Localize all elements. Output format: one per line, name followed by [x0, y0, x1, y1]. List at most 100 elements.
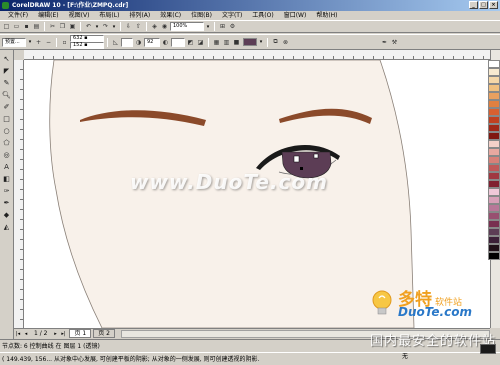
- fill-color-indicator[interactable]: [480, 344, 496, 354]
- rectangle-tool-icon[interactable]: □: [2, 114, 12, 124]
- palette-swatch[interactable]: [488, 148, 500, 156]
- stretch-icon[interactable]: ▥: [222, 38, 231, 47]
- palette-swatch[interactable]: [488, 252, 500, 260]
- shadow-y-field[interactable]: 152 ▪: [70, 42, 104, 49]
- export-icon[interactable]: ⇧: [134, 22, 143, 31]
- undo-icon[interactable]: ↶: [84, 22, 93, 31]
- zoom-level-field[interactable]: 100%: [170, 22, 204, 31]
- shadow-position-icon[interactable]: ▫: [60, 38, 69, 47]
- palette-swatch[interactable]: [488, 212, 500, 220]
- zoom-dropdown-icon[interactable]: ▾: [205, 22, 211, 31]
- palette-swatch[interactable]: [488, 244, 500, 252]
- import-icon[interactable]: ⇩: [124, 22, 133, 31]
- save-icon[interactable]: ▪: [22, 22, 31, 31]
- shadow-color-swatch[interactable]: [243, 38, 257, 46]
- ellipse-tool-icon[interactable]: ○: [2, 126, 12, 136]
- new-icon[interactable]: □: [2, 22, 11, 31]
- knife-tool-icon[interactable]: ✎: [2, 78, 12, 88]
- add-preset-icon[interactable]: +: [34, 38, 43, 47]
- feather-field[interactable]: [171, 37, 185, 47]
- interactive-tool-icon[interactable]: ◧: [2, 174, 12, 184]
- palette-swatch[interactable]: [488, 68, 500, 76]
- copy-shadow-icon[interactable]: ⧉: [271, 38, 280, 47]
- shadow-opacity-field[interactable]: 92: [144, 37, 160, 47]
- spiral-tool-icon[interactable]: ◎: [2, 150, 12, 160]
- eyedropper-icon[interactable]: ✒: [380, 38, 389, 47]
- palette-swatch[interactable]: [488, 180, 500, 188]
- menu-bitmaps[interactable]: 位图(B): [186, 11, 217, 20]
- maximize-button[interactable]: □: [479, 1, 488, 9]
- redo-icon[interactable]: ↷: [101, 22, 110, 31]
- interactive-fill-tool-icon[interactable]: ◭: [2, 222, 12, 232]
- shadow-angle-field[interactable]: [121, 37, 133, 47]
- undo-dropdown-icon[interactable]: ▾: [94, 22, 100, 31]
- shadow-color-icon[interactable]: ■: [232, 38, 241, 47]
- vertical-ruler[interactable]: [14, 60, 24, 328]
- palette-swatch[interactable]: [488, 116, 500, 124]
- palette-swatch[interactable]: [488, 140, 500, 148]
- palette-swatch[interactable]: [488, 92, 500, 100]
- eye-highlight[interactable]: [293, 155, 300, 163]
- text-tool-icon[interactable]: A: [2, 162, 12, 172]
- redo-dropdown-icon[interactable]: ▾: [111, 22, 117, 31]
- palette-swatch[interactable]: [488, 188, 500, 196]
- palette-swatch[interactable]: [488, 156, 500, 164]
- palette-swatch[interactable]: [488, 124, 500, 132]
- settings-icon[interactable]: ⚒: [390, 38, 399, 47]
- eye-highlight-small[interactable]: [313, 153, 319, 159]
- copy-icon[interactable]: ❐: [58, 22, 67, 31]
- menu-arrange[interactable]: 排列(A): [124, 11, 155, 20]
- shadow-opacity-icon[interactable]: ◑: [134, 38, 143, 47]
- palette-swatch[interactable]: [488, 172, 500, 180]
- pick-tool-icon[interactable]: ↖: [2, 54, 12, 64]
- face-shape[interactable]: [49, 60, 415, 328]
- last-page-icon[interactable]: ▸|: [59, 330, 67, 338]
- menu-file[interactable]: 文件(F): [3, 11, 33, 20]
- menu-layout[interactable]: 布局(L): [94, 11, 124, 20]
- clear-shadow-icon[interactable]: ⊗: [281, 38, 290, 47]
- palette-swatch[interactable]: [488, 164, 500, 172]
- palette-swatch[interactable]: [488, 196, 500, 204]
- palette-swatch[interactable]: [488, 132, 500, 140]
- palette-swatch[interactable]: [488, 108, 500, 116]
- preset-field[interactable]: 预置...: [2, 37, 26, 47]
- eyedropper-tool-icon[interactable]: ✑: [2, 186, 12, 196]
- menu-effects[interactable]: 效果(C): [155, 11, 186, 20]
- snap-icon[interactable]: ⊞: [218, 22, 227, 31]
- prev-page-icon[interactable]: ◂: [22, 330, 30, 338]
- palette-swatch[interactable]: [488, 236, 500, 244]
- horizontal-ruler[interactable]: [24, 50, 490, 60]
- minimize-button[interactable]: _: [469, 1, 478, 9]
- outline-tool-icon[interactable]: ✒: [2, 198, 12, 208]
- open-icon[interactable]: ▭: [12, 22, 21, 31]
- menu-edit[interactable]: 编辑(E): [33, 11, 63, 20]
- feather-edges-icon[interactable]: ◪: [196, 38, 205, 47]
- options-icon[interactable]: ⚙: [228, 22, 237, 31]
- shadow-angle-icon[interactable]: ◺: [111, 38, 120, 47]
- palette-swatch[interactable]: [488, 100, 500, 108]
- polygon-tool-icon[interactable]: ⬠: [2, 138, 12, 148]
- menu-view[interactable]: 视图(V): [64, 11, 95, 20]
- palette-swatch[interactable]: [488, 60, 500, 68]
- palette-swatch[interactable]: [488, 228, 500, 236]
- shadow-x-field[interactable]: 632 ▪: [70, 35, 104, 42]
- first-page-icon[interactable]: |◂: [14, 330, 22, 338]
- menu-text[interactable]: 文字(T): [217, 11, 247, 20]
- corel-online-icon[interactable]: ◉: [160, 22, 169, 31]
- shape-tool-icon[interactable]: ◤: [2, 66, 12, 76]
- feather-icon[interactable]: ◐: [161, 38, 170, 47]
- fade-icon[interactable]: ▦: [212, 38, 221, 47]
- print-icon[interactable]: ▤: [32, 22, 41, 31]
- feather-direction-icon[interactable]: ◩: [186, 38, 195, 47]
- cut-icon[interactable]: ✂: [48, 22, 57, 31]
- menu-window[interactable]: 窗口(W): [279, 11, 312, 20]
- freehand-tool-icon[interactable]: ✐: [2, 102, 12, 112]
- palette-swatch[interactable]: [488, 204, 500, 212]
- fill-tool-icon[interactable]: ◆: [2, 210, 12, 220]
- palette-swatch[interactable]: [488, 84, 500, 92]
- tab-page-2[interactable]: 页 2: [93, 329, 115, 338]
- palette-swatch[interactable]: [488, 76, 500, 84]
- app-launcher-icon[interactable]: ◈: [150, 22, 159, 31]
- tab-page-1[interactable]: 页 1: [69, 329, 92, 338]
- zoom-tool-icon[interactable]: 🔍︎: [2, 90, 12, 100]
